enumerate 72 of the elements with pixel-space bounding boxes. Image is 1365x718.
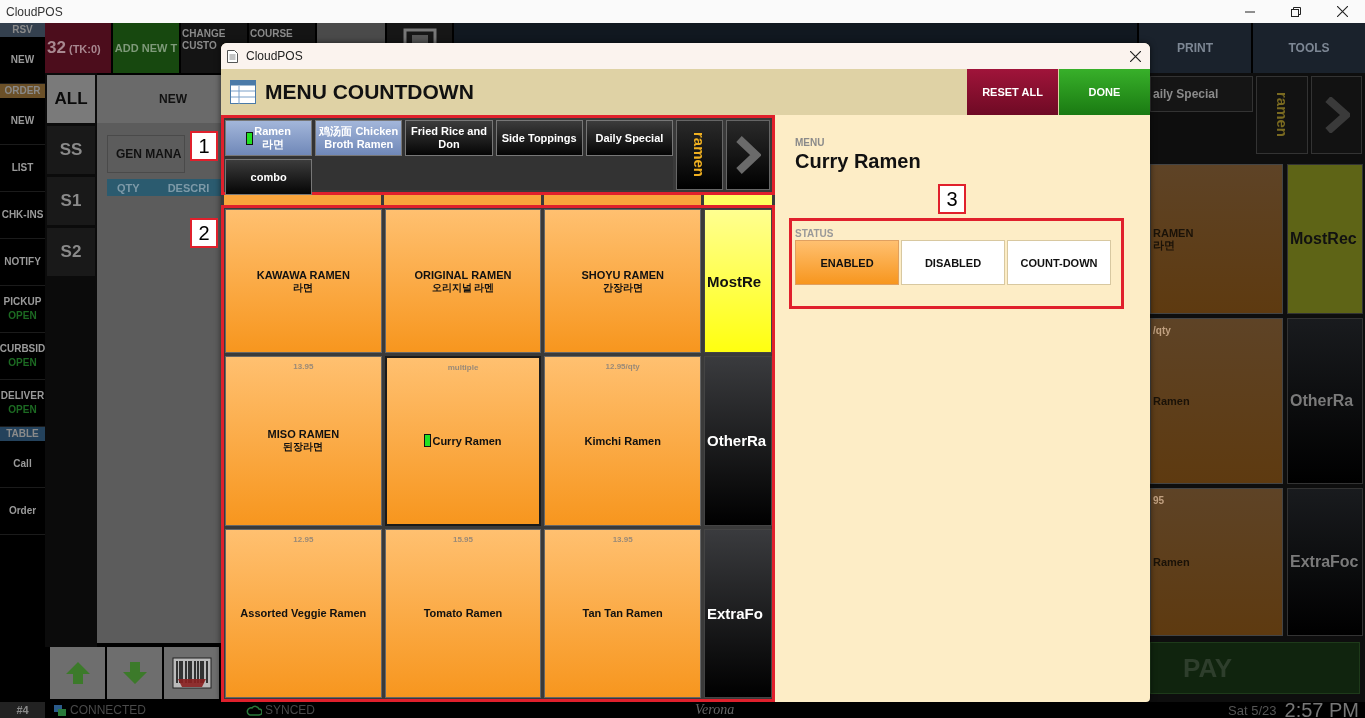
dialog-title: CloudPOS [246, 49, 303, 63]
arrow-up-icon [64, 661, 91, 685]
menu-tile[interactable]: 13.95 MISO RAMEN 된장라면 [225, 356, 382, 526]
barcode-button[interactable] [164, 647, 219, 699]
close-icon[interactable] [1337, 6, 1348, 17]
category-button[interactable]: ExtraFoc [1287, 488, 1363, 636]
location-label: Verona [695, 702, 735, 718]
annotation-number: 1 [190, 131, 218, 161]
reset-button[interactable]: RESET ALL [967, 69, 1058, 115]
field-label: MENU [795, 137, 825, 148]
menu-tile[interactable]: 12.95/qty Kimchi Ramen [544, 356, 701, 526]
seat-tab[interactable]: ALL [47, 75, 95, 123]
status-option[interactable]: DISABLED [901, 240, 1005, 285]
menu-tile[interactable]: multiple Curry Ramen [384, 356, 542, 526]
arrow-down-icon [121, 661, 148, 685]
category-tab[interactable]: Side Toppings [495, 120, 583, 156]
category-tab[interactable]: aily Special [1150, 76, 1253, 112]
status-option[interactable]: ENABLED [795, 240, 899, 285]
group-button[interactable]: ramen [676, 120, 723, 190]
date-label: Sat 5/23 [1228, 702, 1277, 718]
section-header: RSV [0, 23, 45, 37]
chevron-right-icon [1323, 97, 1350, 133]
document-icon [227, 49, 238, 63]
menu-tile[interactable] [224, 195, 381, 205]
menu-tile[interactable]: KAWAWA RAMEN 라면 [225, 209, 382, 353]
clock: 2:57 PM [1284, 698, 1359, 718]
next-button[interactable] [1311, 76, 1362, 154]
window-title: CloudPOS [6, 4, 63, 19]
maximize-icon[interactable] [1291, 6, 1301, 17]
close-icon[interactable] [1130, 50, 1141, 62]
ticket-button[interactable]: 32 (TK:0) [45, 23, 111, 73]
seat-tab[interactable]: S1 [47, 177, 95, 225]
section-header: ORDER [0, 84, 45, 98]
next-button[interactable] [726, 120, 770, 190]
category-tab[interactable]: combo [225, 159, 313, 195]
category-tab[interactable]: Fried Rice and Don [405, 120, 493, 156]
column-header: QTY [117, 181, 140, 194]
connection-status: CONNECTED [70, 703, 146, 717]
menu-tile[interactable]: 15.95 Tomato Ramen [384, 528, 542, 698]
network-icon [53, 703, 67, 717]
column-header: DESCRI [167, 181, 210, 194]
menu-tile[interactable]: 12.95 Assorted Veggie Ramen [225, 528, 382, 698]
chevron-right-icon [735, 136, 761, 174]
field-label: STATUS [795, 228, 835, 239]
menu-tile[interactable] [544, 195, 701, 205]
seat-tab[interactable]: SS [47, 126, 95, 174]
category-button[interactable]: MostRe [704, 209, 772, 353]
menu-tile[interactable]: /qty Ramen [1150, 318, 1283, 484]
done-button[interactable]: DONE [1059, 69, 1150, 115]
menu-tile[interactable]: SHOYU RAMEN 간장라면 [544, 209, 701, 353]
menu-tile[interactable]: 95 Ramen [1150, 488, 1283, 636]
category-button[interactable]: OtherRa [1287, 318, 1363, 484]
cloud-icon [246, 704, 262, 716]
station-label: #4 [0, 702, 45, 718]
status-option[interactable]: COUNT-DOWN [1007, 240, 1111, 285]
dialog-heading: MENU COUNTDOWN [265, 80, 474, 104]
section-header: TABLE [0, 427, 45, 441]
toolbar-button[interactable]: PRINT [1139, 23, 1251, 73]
menu-tile[interactable]: 13.95 Tan Tan Ramen [544, 528, 701, 698]
annotation-number: 3 [938, 184, 966, 214]
category-button[interactable]: OtherRa [704, 356, 772, 526]
toolbar-button[interactable]: TOOLS [1253, 23, 1365, 73]
sync-status: SYNCED [265, 703, 316, 717]
menu-name: Curry Ramen [795, 150, 921, 173]
annotation-number: 2 [190, 218, 218, 248]
category-button[interactable]: ExtraFo [704, 528, 772, 698]
menu-tile[interactable]: ORIGINAL RAMEN 오리지널 라멘 [384, 209, 542, 353]
table-icon [230, 80, 256, 104]
category-tab[interactable]: Daily Special [585, 120, 673, 156]
seat-tab[interactable]: S2 [47, 228, 95, 276]
barcode-icon [171, 657, 212, 689]
menu-tile[interactable] [384, 195, 541, 205]
